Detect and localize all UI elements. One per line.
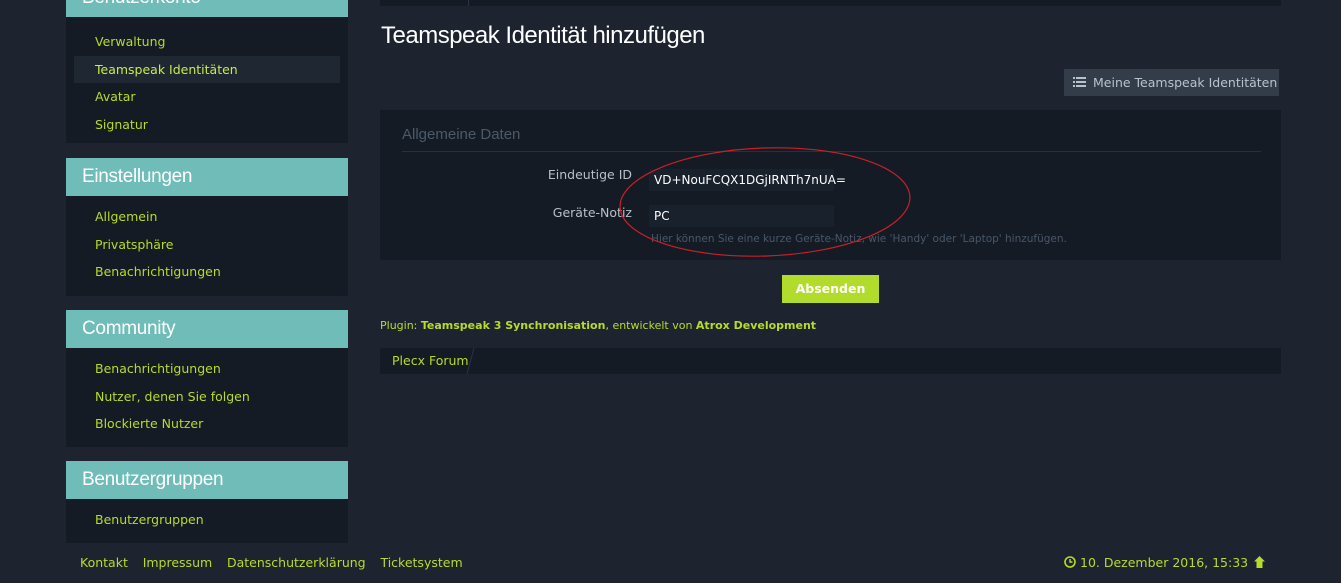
note-help-text: Hier können Sie eine kurze Geräte-Notiz,… bbox=[651, 233, 1067, 245]
sidebar-item-teamspeak-identities[interactable]: Teamspeak Identitäten bbox=[74, 55, 340, 84]
groups-box-title: Benutzergruppen bbox=[66, 461, 348, 499]
top-bar-separator bbox=[468, 0, 469, 6]
community-box: Community Benachrichtigungen Nutzer, den… bbox=[66, 310, 348, 447]
plugin-middle: , entwickelt von bbox=[605, 319, 696, 332]
uid-field[interactable]: VD+NouFCQX1DGjIRNTh7nUA= bbox=[649, 169, 846, 191]
settings-box: Einstellungen Allgemein Privatsphäre Ben… bbox=[66, 158, 348, 296]
breadcrumb: Plecx Forum bbox=[380, 348, 1281, 374]
top-bar bbox=[380, 0, 1281, 6]
section-title: Allgemeine Daten bbox=[402, 126, 521, 143]
account-title-text: Benutzerkonto bbox=[82, 0, 201, 8]
groups-box: Benutzergruppen Benutzergruppen bbox=[66, 461, 348, 543]
note-field[interactable]: PC bbox=[649, 205, 834, 227]
sidebar-item-signatur[interactable]: Signatur bbox=[74, 111, 340, 139]
footer-link-datenschutz[interactable]: Datenschutzerklärung bbox=[227, 555, 366, 570]
page-title: Teamspeak Identität hinzufügen bbox=[381, 22, 705, 49]
footer-link-impressum[interactable]: Impressum bbox=[143, 555, 212, 570]
my-ids-button-label: Meine Teamspeak Identitäten bbox=[1093, 75, 1278, 90]
note-label: Geräte-Notiz bbox=[552, 205, 632, 220]
sidebar-item-allgemein[interactable]: Allgemein bbox=[74, 203, 340, 231]
list-icon bbox=[1073, 77, 1086, 87]
footer-links: Kontakt Impressum Datenschutzerklärung T… bbox=[80, 555, 474, 570]
sidebar-item-blocked-users[interactable]: Blockierte Nutzer bbox=[74, 410, 340, 438]
section-divider bbox=[402, 151, 1261, 152]
uid-label: Eindeutige ID bbox=[547, 167, 632, 182]
sidebar-item-followed-users[interactable]: Nutzer, denen Sie folgen bbox=[74, 383, 340, 411]
footer-timestamp: 10. Dezember 2016, 15:33 bbox=[1064, 555, 1248, 570]
timestamp-text: 10. Dezember 2016, 15:33 bbox=[1080, 555, 1249, 570]
form-panel: Allgemeine Daten Eindeutige ID VD+NouFCQ… bbox=[380, 110, 1281, 260]
footer-link-ticketsystem[interactable]: Ticketsystem bbox=[380, 555, 462, 570]
community-box-title: Community bbox=[66, 310, 348, 348]
sidebar-item-avatar[interactable]: Avatar bbox=[74, 83, 340, 111]
submit-button[interactable]: Absenden bbox=[782, 275, 879, 303]
plugin-prefix: Plugin: bbox=[380, 319, 421, 332]
breadcrumb-home-link[interactable]: Plecx Forum bbox=[392, 348, 469, 374]
settings-box-title: Einstellungen bbox=[66, 158, 348, 196]
sidebar-item-benutzergruppen[interactable]: Benutzergruppen bbox=[74, 506, 340, 534]
plugin-name-link[interactable]: Teamspeak 3 Synchronisation bbox=[421, 319, 606, 332]
sidebar-item-benachrichtigungen[interactable]: Benachrichtigungen bbox=[74, 258, 340, 286]
footer-link-kontakt[interactable]: Kontakt bbox=[80, 555, 128, 570]
plugin-author-link[interactable]: Atrox Development bbox=[696, 319, 816, 332]
sidebar-item-privatsphaere[interactable]: Privatsphäre bbox=[74, 231, 340, 259]
account-box-title: Benutzerkonto bbox=[66, 0, 348, 17]
clock-icon bbox=[1064, 556, 1076, 568]
sidebar-item-community-benachrichtigungen[interactable]: Benachrichtigungen bbox=[74, 355, 340, 383]
my-teamspeak-identities-button[interactable]: Meine Teamspeak Identitäten bbox=[1064, 69, 1279, 96]
sidebar-item-verwaltung[interactable]: Verwaltung bbox=[74, 28, 340, 56]
account-box: Benutzerkonto Verwaltung Teamspeak Ident… bbox=[66, 0, 348, 143]
plugin-credit: Plugin: Teamspeak 3 Synchronisation, ent… bbox=[380, 319, 816, 332]
arrow-up-icon[interactable] bbox=[1253, 555, 1266, 569]
